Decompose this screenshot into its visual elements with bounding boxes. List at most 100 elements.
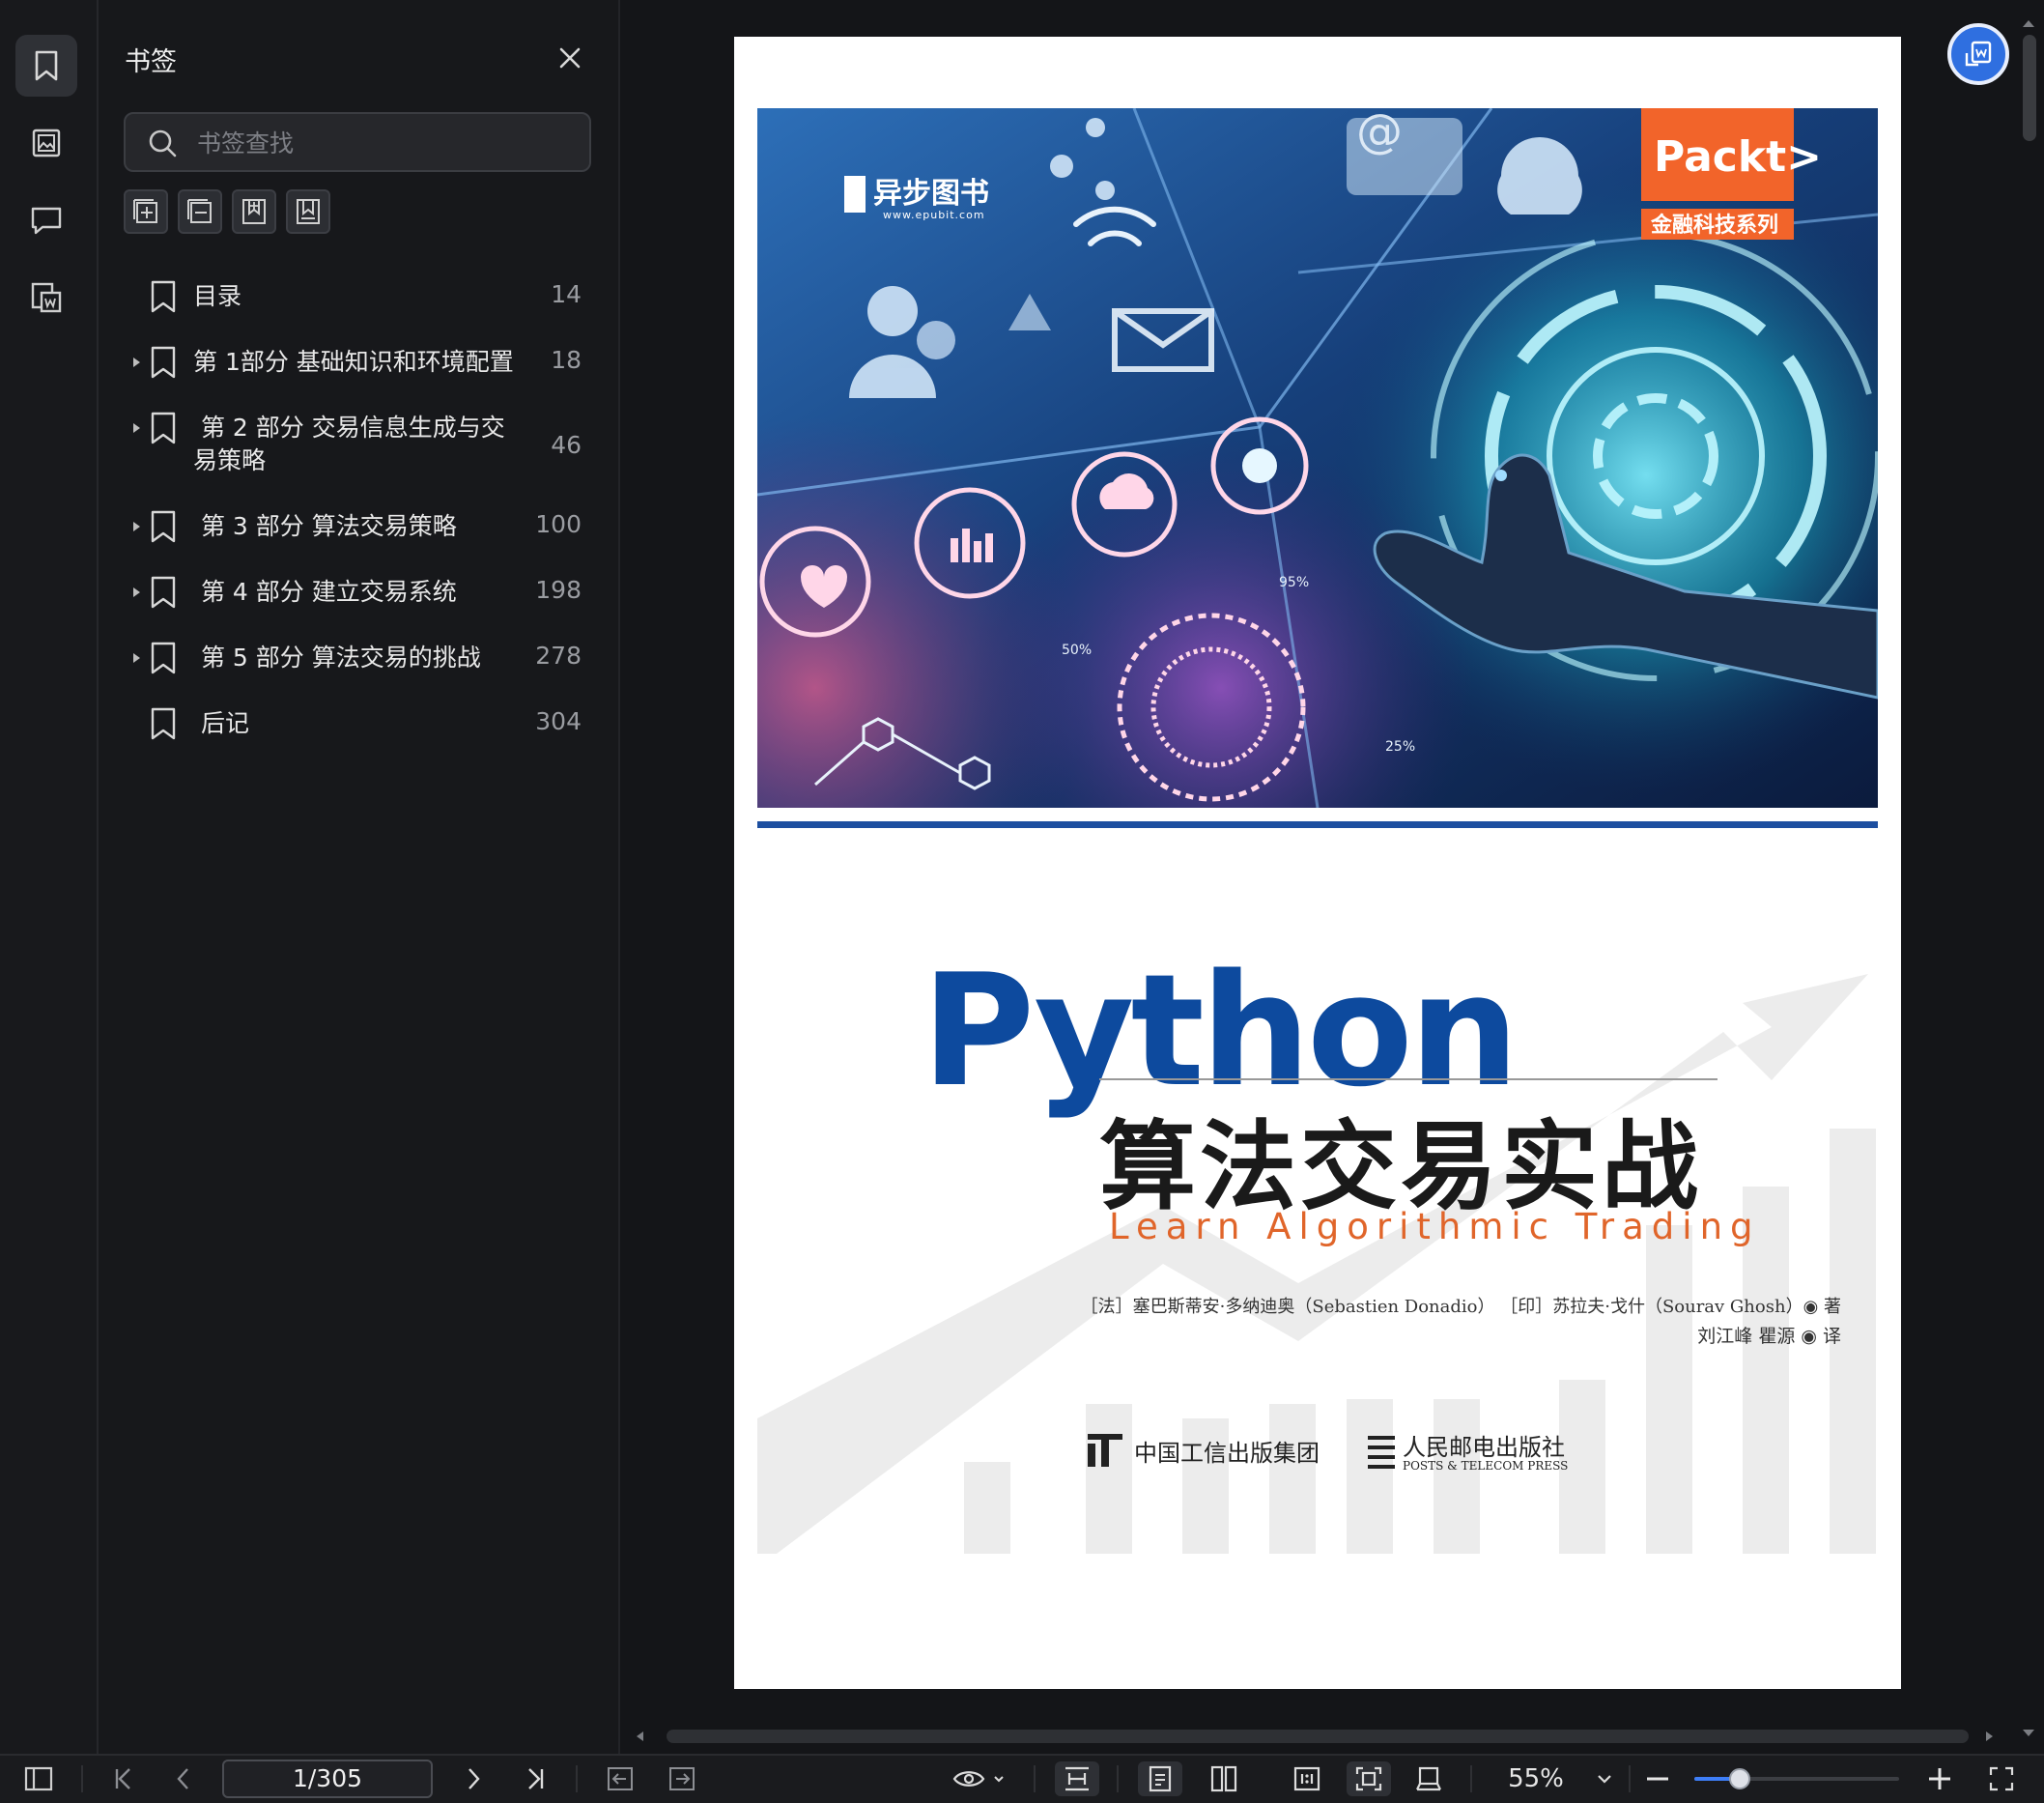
- cover-divider: [757, 821, 1878, 828]
- history-forward-button[interactable]: [663, 1761, 701, 1796]
- bookmark-icon: [151, 280, 176, 313]
- scroll-right-arrow-icon[interactable]: [1982, 1730, 1996, 1743]
- zoom-slider[interactable]: [1694, 1768, 1899, 1789]
- horizontal-scrollbar-thumb[interactable]: [667, 1730, 1969, 1743]
- bookmark-search-input[interactable]: [195, 114, 576, 172]
- bookmarks-panel: 书签 目录 14 第 1部分 基础知识和环境配置 18 第 2 部分 交易信息生…: [99, 0, 620, 1754]
- art-label: 95%: [1279, 575, 1309, 590]
- fit-width-button[interactable]: [1055, 1761, 1099, 1796]
- single-page-button[interactable]: [1138, 1761, 1182, 1796]
- bookmark-page: 46: [551, 431, 582, 459]
- add-bookmark-button[interactable]: [232, 189, 276, 234]
- rotate-page-button[interactable]: [1406, 1761, 1451, 1796]
- comment-tab-button[interactable]: [15, 189, 77, 251]
- zoom-in-button[interactable]: [1920, 1761, 1959, 1796]
- cover-subtitle: Learn Algorithmic Trading: [1109, 1206, 1761, 1247]
- zoom-level[interactable]: 55%: [1490, 1761, 1582, 1796]
- actual-size-button[interactable]: [1285, 1761, 1329, 1796]
- eye-icon: [952, 1771, 1004, 1787]
- scroll-down-arrow-icon[interactable]: [2021, 1728, 2036, 1739]
- scroll-left-arrow-icon[interactable]: [634, 1730, 647, 1743]
- close-panel-button[interactable]: [553, 41, 587, 75]
- first-page-button[interactable]: [104, 1761, 143, 1796]
- zoom-dropdown-button[interactable]: [1588, 1761, 1621, 1796]
- cover-authors: ［法］塞巴斯蒂安·多纳迪奥（Sebastien Donadio） ［印］苏拉夫·…: [1080, 1297, 1841, 1317]
- bookmark-page: 304: [535, 707, 582, 735]
- bookmark-page: 278: [535, 642, 582, 670]
- bookmark-icon: [151, 576, 176, 609]
- thumbnail-tab-button[interactable]: [15, 112, 77, 174]
- translate-document-icon: [1965, 41, 1992, 67]
- publisher-group-name: 中国工信出版集团: [1134, 1440, 1320, 1467]
- bookmark-page: 100: [535, 510, 582, 538]
- first-page-icon: [115, 1768, 130, 1789]
- toolbar-separator: [1629, 1765, 1631, 1792]
- bookmark-icon: [151, 707, 176, 740]
- expand-arrow-icon[interactable]: [129, 356, 143, 369]
- comment-icon: [31, 207, 62, 235]
- fullscreen-icon: [1989, 1766, 2014, 1791]
- expand-arrow-icon[interactable]: [129, 651, 143, 665]
- bookmark-icon: [35, 50, 58, 81]
- expand-all-icon: [133, 199, 157, 223]
- bookmark-label: 第 2 部分 交易信息生成与交易策略: [193, 414, 505, 474]
- press-name-en: POSTS & TELECOM PRESS: [1403, 1459, 1569, 1473]
- history-back-button[interactable]: [601, 1761, 639, 1796]
- minus-icon: [1647, 1777, 1668, 1781]
- image-icon: [32, 129, 61, 157]
- bookmark-page: 18: [551, 346, 582, 374]
- zoom-slider-thumb[interactable]: [1728, 1768, 1750, 1789]
- panel-title: 书签: [125, 47, 177, 77]
- sidebar-toggle-icon: [24, 1766, 53, 1791]
- bookmark-current-page-button[interactable]: [286, 189, 330, 234]
- zoom-out-button[interactable]: [1638, 1761, 1677, 1796]
- bookmark-page-icon: [297, 199, 320, 224]
- actual-size-icon: [1293, 1766, 1320, 1791]
- scroll-up-arrow-icon[interactable]: [2021, 17, 2036, 29]
- rotate-icon: [1416, 1766, 1441, 1791]
- back-arrow-icon: [608, 1767, 633, 1790]
- toolbar-separator: [1470, 1765, 1472, 1792]
- toggle-sidebar-button[interactable]: [19, 1761, 58, 1796]
- expand-arrow-icon[interactable]: [129, 586, 143, 599]
- publisher-group-logo: [1088, 1434, 1122, 1467]
- toolbar-separator: [1034, 1765, 1036, 1792]
- view-mode-dropdown[interactable]: [951, 1761, 1008, 1796]
- last-page-button[interactable]: [516, 1761, 554, 1796]
- press-name: 人民邮电出版社: [1403, 1434, 1565, 1461]
- expand-arrow-icon[interactable]: [129, 421, 143, 435]
- previous-page-button[interactable]: [164, 1761, 203, 1796]
- collapse-all-button[interactable]: [178, 189, 222, 234]
- extract-tab-button[interactable]: [15, 267, 77, 329]
- chevron-down-icon: [1598, 1775, 1611, 1784]
- fit-page-button[interactable]: [1347, 1761, 1391, 1796]
- search-icon: [149, 129, 177, 157]
- last-page-icon: [528, 1768, 544, 1789]
- cover-translators: 刘江峰 瞿源 ◉ 译: [1697, 1326, 1841, 1347]
- bookmark-tab-button[interactable]: [15, 35, 77, 97]
- two-page-button[interactable]: [1202, 1761, 1246, 1796]
- cover-illustration: @ 95% 50% 25% 异步图书 www.epubit.com Packt>: [757, 108, 1878, 808]
- page-number-input[interactable]: 1/305: [222, 1760, 433, 1798]
- floating-action-button[interactable]: [1947, 23, 2009, 85]
- title-rule: [1099, 1078, 1718, 1080]
- art-label: 25%: [1385, 739, 1415, 755]
- expand-arrow-icon[interactable]: [129, 520, 143, 533]
- bookmark-search-box: [124, 112, 591, 172]
- vertical-scrollbar-thumb[interactable]: [2023, 35, 2036, 141]
- press-logo: [1368, 1436, 1395, 1469]
- fullscreen-button[interactable]: [1982, 1761, 2021, 1796]
- pdf-page: @ 95% 50% 25% 异步图书 www.epubit.com Packt>: [734, 37, 1901, 1689]
- next-page-button[interactable]: [454, 1761, 493, 1796]
- add-bookmark-icon: [242, 199, 266, 224]
- bookmark-icon: [151, 412, 176, 444]
- close-icon: [559, 47, 581, 69]
- two-page-icon: [1210, 1765, 1237, 1792]
- sidebar-rail: [0, 0, 99, 1754]
- bottom-toolbar: 1/305 55%: [0, 1754, 2044, 1803]
- bookmark-icon: [151, 510, 176, 543]
- bookmark-icon: [151, 642, 176, 674]
- art-label: 50%: [1062, 643, 1092, 658]
- expand-all-button[interactable]: [124, 189, 168, 234]
- toolbar-separator: [1117, 1765, 1119, 1792]
